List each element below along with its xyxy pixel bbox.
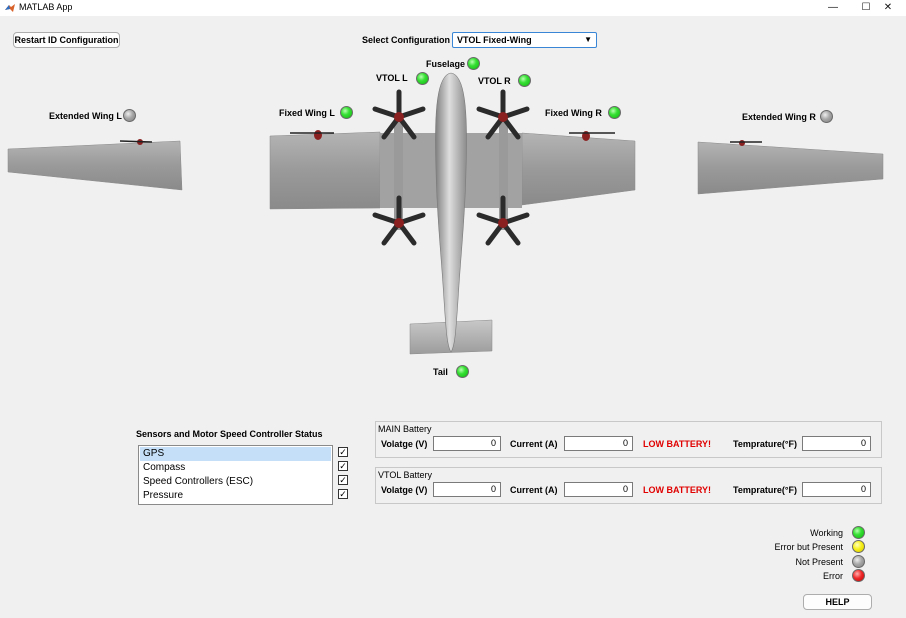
fuselage-body: [435, 72, 467, 353]
sensor-item-gps[interactable]: GPS: [140, 447, 331, 461]
vtol-low-battery-warning: LOW BATTERY!: [643, 485, 711, 495]
sensor-item-compass[interactable]: Compass: [140, 461, 331, 475]
aircraft-diagram: [7, 72, 884, 355]
extended-wing-right: [697, 140, 884, 195]
vtol-battery-title: VTOL Battery: [378, 470, 433, 480]
main-temperature-label: Temprature(°F): [733, 439, 797, 449]
pressure-checkbox[interactable]: ✓: [338, 489, 348, 499]
legend-not-present-label: Not Present: [795, 557, 843, 567]
esc-checkbox[interactable]: ✓: [338, 475, 348, 485]
help-button[interactable]: HELP: [803, 594, 872, 610]
sensor-item-pressure[interactable]: Pressure: [140, 489, 331, 503]
sensors-status-title: Sensors and Motor Speed Controller Statu…: [136, 429, 323, 439]
gps-checkbox[interactable]: ✓: [338, 447, 348, 457]
main-current-field[interactable]: 0: [564, 436, 633, 451]
main-temperature-field[interactable]: 0: [802, 436, 871, 451]
vtol-l-label: VTOL L: [376, 73, 408, 83]
compass-checkbox[interactable]: ✓: [338, 461, 348, 471]
extended-wing-r-status-lamp: [820, 110, 833, 123]
main-current-label: Current (A): [510, 439, 558, 449]
vtol-temperature-label: Temprature(°F): [733, 485, 797, 495]
vtol-voltage-label: Volatge (V): [381, 485, 428, 495]
legend-not-present-lamp: [852, 555, 865, 568]
sensors-listbox[interactable]: GPS Compass Speed Controllers (ESC) Pres…: [138, 445, 333, 505]
legend-error-present-label: Error but Present: [774, 542, 843, 552]
main-voltage-label: Volatge (V): [381, 439, 428, 449]
legend-working-label: Working: [810, 528, 843, 538]
fixed-wing-l-status-lamp: [340, 106, 353, 119]
vtol-l-status-lamp: [416, 72, 429, 85]
tail-status-lamp: [456, 365, 469, 378]
legend-error-label: Error: [823, 571, 843, 581]
main-battery-panel: MAIN Battery Volatge (V) 0 Current (A) 0…: [375, 421, 882, 458]
fuselage-label: Fuselage: [426, 59, 466, 69]
fixed-wing-r-status-lamp: [608, 106, 621, 119]
vtol-r-status-lamp: [518, 74, 531, 87]
fixed-wing-r-label: Fixed Wing R: [545, 108, 602, 118]
vtol-current-label: Current (A): [510, 485, 558, 495]
vtol-current-field[interactable]: 0: [564, 482, 633, 497]
vtol-voltage-field[interactable]: 0: [433, 482, 501, 497]
main-low-battery-warning: LOW BATTERY!: [643, 439, 711, 449]
fuselage-status-lamp: [467, 57, 480, 70]
legend-working-lamp: [852, 526, 865, 539]
legend-error-lamp: [852, 569, 865, 582]
main-battery-title: MAIN Battery: [378, 424, 432, 434]
vtol-battery-panel: VTOL Battery Volatge (V) 0 Current (A) 0…: [375, 467, 882, 504]
extended-wing-l-label: Extended Wing L: [49, 111, 122, 121]
vtol-temperature-field[interactable]: 0: [802, 482, 871, 497]
extended-wing-left: [7, 139, 183, 191]
main-voltage-field[interactable]: 0: [433, 436, 501, 451]
fixed-wing-l-label: Fixed Wing L: [279, 108, 335, 118]
sensor-item-esc[interactable]: Speed Controllers (ESC): [140, 475, 331, 489]
legend-error-present-lamp: [852, 540, 865, 553]
tail-label: Tail: [433, 367, 448, 377]
extended-wing-r-label: Extended Wing R: [742, 112, 816, 122]
vtol-r-label: VTOL R: [478, 76, 511, 86]
extended-wing-l-status-lamp: [123, 109, 136, 122]
